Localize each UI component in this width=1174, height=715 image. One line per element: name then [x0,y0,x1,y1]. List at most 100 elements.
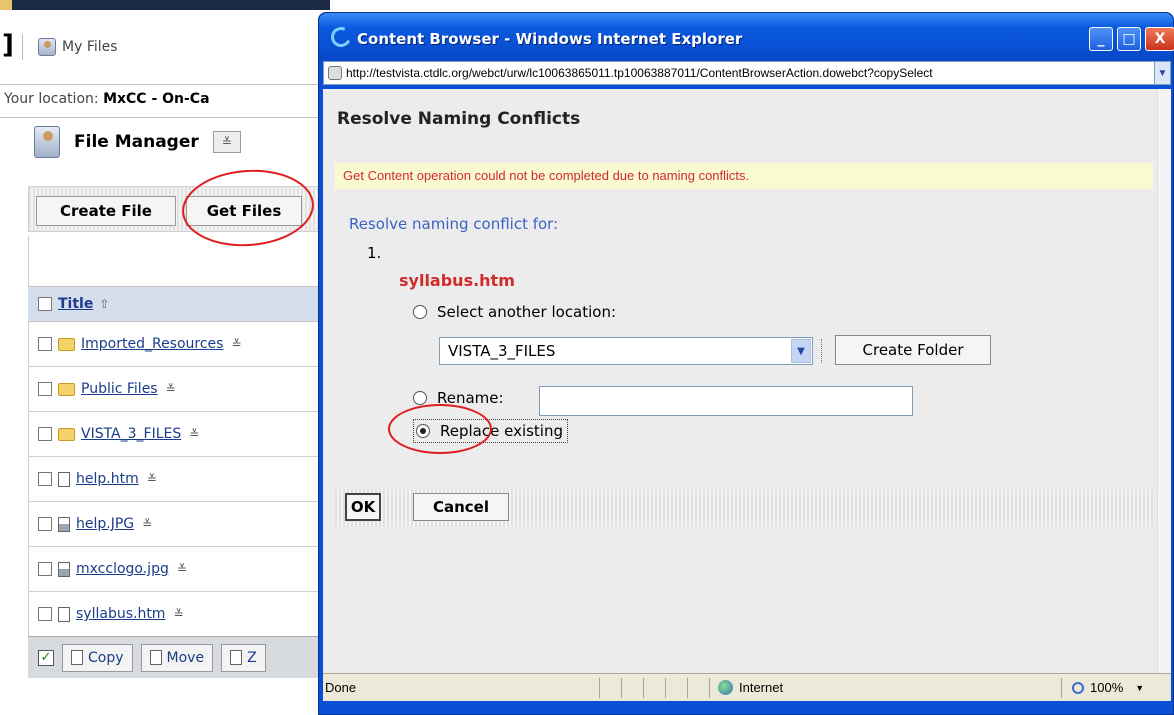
check-all-icon[interactable]: ✓ [38,649,54,666]
table-row: syllabus.htm ≚ [28,592,330,637]
bracket-glyph: ] [2,30,14,60]
option-replace-existing[interactable]: Replace existing [413,419,569,443]
address-bar[interactable]: http://testvista.ctdlc.org/webct/urw/lc1… [323,61,1171,85]
cancel-button[interactable]: Cancel [413,493,509,521]
row-checkbox[interactable] [38,607,52,621]
status-cell [599,677,621,698]
row-checkbox[interactable] [38,517,52,531]
option-select-location-label: Select another location: [437,303,617,321]
option-select-location[interactable]: Select another location: [413,303,616,321]
folder-icon [58,337,75,351]
status-cell [621,677,643,698]
menu-icon[interactable]: ≚ [166,382,176,396]
table-header: Title ⇧ [28,286,330,322]
zip-label: Z [247,649,257,666]
separator [22,34,23,60]
minimize-button[interactable]: _ [1089,27,1113,51]
menu-icon[interactable]: ≚ [212,131,241,153]
row-checkbox[interactable] [38,427,52,441]
menu-icon[interactable]: ≚ [173,607,183,621]
ie-popup-window: Content Browser - Windows Internet Explo… [318,12,1174,715]
row-checkbox[interactable] [38,472,52,486]
row-checkbox[interactable] [38,382,52,396]
radio-replace-existing[interactable] [416,424,430,438]
security-zone[interactable]: Internet [709,677,859,698]
menu-icon[interactable]: ≚ [147,472,157,486]
my-files-link[interactable]: My Files [38,38,118,56]
document-icon [58,471,70,487]
get-files-button[interactable]: Get Files [186,196,302,226]
page-title: File Manager ≚ [34,126,241,158]
internet-explorer-icon [328,24,354,50]
status-cell [687,677,709,698]
copy-label: Copy [88,649,124,666]
table-row: mxcclogo.jpg ≚ [28,547,330,592]
table-row: VISTA_3_FILES ≚ [28,412,330,457]
maximize-button[interactable]: □ [1117,27,1141,51]
dialog-heading: Resolve Naming Conflicts [337,109,581,129]
status-cell [665,677,687,698]
window-titlebar[interactable]: Content Browser - Windows Internet Explo… [319,13,1174,61]
row-checkbox[interactable] [38,337,52,351]
select-all-checkbox[interactable] [38,297,52,311]
status-text: Done [325,680,357,695]
copy-button[interactable]: Copy [62,643,133,672]
top-strip [0,0,330,10]
sort-icon[interactable]: ⇧ [99,297,109,311]
chevron-down-icon[interactable]: ▼ [1154,62,1170,84]
table-row: Imported_Resources ≚ [28,322,330,367]
file-link[interactable]: syllabus.htm [76,606,165,622]
menu-icon[interactable]: ≚ [189,427,199,441]
file-link[interactable]: Public Files [81,381,158,397]
move-button[interactable]: Move [140,643,214,672]
status-bar: Done Internet 100% ▼ [323,673,1171,701]
file-link[interactable]: help.htm [76,471,139,487]
title-column-header[interactable]: Title [58,296,93,312]
bulk-action-bar: ✓ Copy Move Z [28,636,330,678]
file-manager-title: File Manager [74,132,199,152]
address-url[interactable]: http://testvista.ctdlc.org/webct/urw/lc1… [346,66,1150,80]
table-row: help.htm ≚ [28,457,330,502]
zip-button[interactable]: Z [221,643,266,672]
background-page: ] My Files Your location: MxCC - On-Ca F… [0,0,330,715]
create-folder-button[interactable]: Create Folder [835,335,991,365]
resolve-for-label: Resolve naming conflict for: [349,215,559,233]
user-icon [38,38,56,56]
divider [821,339,822,363]
radio-rename[interactable] [413,391,427,405]
move-label: Move [166,649,205,666]
zoom-level: 100% [1090,680,1124,695]
create-file-button[interactable]: Create File [36,196,176,226]
file-link[interactable]: VISTA_3_FILES [81,426,181,442]
document-icon [58,606,70,622]
rename-input[interactable] [539,386,913,416]
zip-icon [230,650,243,665]
error-message: Get Content operation could not be compl… [335,163,1153,189]
conflicting-filename: syllabus.htm [399,271,515,290]
chevron-down-icon[interactable]: ▼ [791,339,811,363]
location-label: Your location: [4,91,99,107]
zone-label: Internet [739,680,784,695]
menu-icon[interactable]: ≚ [177,562,187,576]
close-button[interactable]: X [1145,27,1174,51]
item-number: 1. [367,244,382,262]
menu-icon[interactable]: ≚ [142,517,152,531]
table-row: Public Files ≚ [28,367,330,412]
radio-select-location[interactable] [413,305,427,319]
file-link[interactable]: Imported_Resources [81,336,223,352]
file-link[interactable]: help.JPG [76,516,134,532]
option-rename[interactable]: Rename: [413,389,504,407]
ok-button[interactable]: OK [345,493,381,521]
file-manager-icon [34,126,60,158]
location-dropdown-value: VISTA_3_FILES [448,342,556,360]
row-checkbox[interactable] [38,562,52,576]
file-link[interactable]: mxcclogo.jpg [76,561,169,577]
chevron-down-icon[interactable]: ▼ [1135,683,1144,693]
window-title: Content Browser - Windows Internet Explo… [357,30,743,48]
breadcrumb: Your location: MxCC - On-Ca [0,84,330,118]
location-dropdown[interactable]: VISTA_3_FILES ▼ [439,337,813,365]
menu-icon[interactable]: ≚ [231,337,241,351]
zoom-control[interactable]: 100% ▼ [1061,677,1171,698]
location-value: MxCC - On-Ca [103,91,210,107]
vertical-scrollbar[interactable] [1157,89,1171,673]
